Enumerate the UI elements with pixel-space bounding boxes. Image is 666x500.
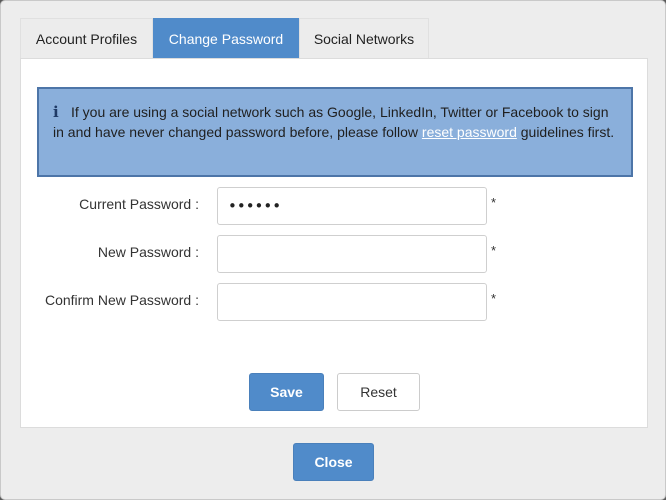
- current-password-row: Current Password : *: [21, 187, 649, 225]
- tab-change-password[interactable]: Change Password: [153, 18, 299, 58]
- new-password-label: New Password :: [97, 244, 199, 260]
- required-mark: *: [491, 195, 497, 210]
- info-text-end: guidelines first.: [516, 124, 615, 140]
- info-alert: i If you are using a social network such …: [37, 87, 633, 177]
- save-button[interactable]: Save: [249, 373, 324, 411]
- confirm-password-row: Confirm New Password : *: [21, 283, 649, 321]
- required-mark: *: [491, 243, 497, 258]
- current-password-label: Current Password :: [79, 196, 199, 212]
- tab-account-profiles[interactable]: Account Profiles: [20, 18, 153, 58]
- change-password-dialog: Account Profiles Change Password Social …: [0, 0, 666, 500]
- new-password-input[interactable]: [217, 235, 487, 273]
- tab-bar: Account Profiles Change Password Social …: [20, 18, 429, 58]
- tab-panel: i If you are using a social network such …: [20, 58, 648, 428]
- reset-button[interactable]: Reset: [337, 373, 420, 411]
- confirm-password-label: Confirm New Password :: [44, 292, 199, 308]
- current-password-input[interactable]: [217, 187, 487, 225]
- close-button[interactable]: Close: [293, 443, 374, 481]
- tab-social-networks[interactable]: Social Networks: [299, 18, 429, 58]
- reset-password-link[interactable]: reset password: [422, 124, 517, 140]
- confirm-password-input[interactable]: [217, 283, 487, 321]
- info-icon: i: [53, 103, 59, 121]
- new-password-row: New Password : *: [21, 235, 649, 273]
- required-mark: *: [491, 291, 497, 306]
